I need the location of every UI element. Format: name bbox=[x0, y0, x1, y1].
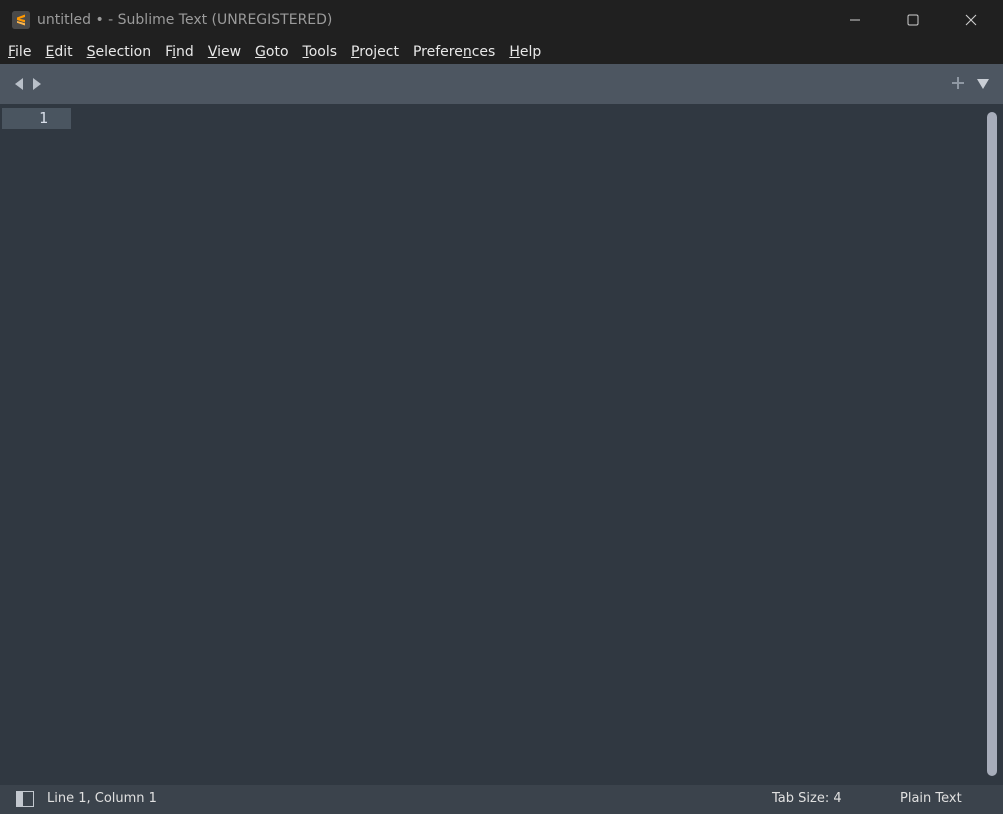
minimize-icon bbox=[850, 19, 860, 21]
close-icon bbox=[965, 14, 977, 26]
tab-bar bbox=[0, 64, 1003, 104]
menu-goto[interactable]: Goto bbox=[248, 40, 295, 64]
line-number: 1 bbox=[38, 109, 48, 127]
tab-prev-button[interactable] bbox=[12, 77, 26, 91]
menu-help[interactable]: Help bbox=[502, 40, 548, 64]
menu-selection[interactable]: Selection bbox=[80, 40, 159, 64]
editor-area[interactable]: 1 bbox=[0, 104, 1003, 785]
chevron-left-icon bbox=[15, 78, 23, 90]
menu-view[interactable]: View bbox=[201, 40, 248, 64]
sidebar-toggle-icon bbox=[16, 791, 34, 807]
menu-file[interactable]: File bbox=[1, 40, 38, 64]
current-line-highlight: 1 bbox=[2, 108, 71, 129]
title-bar[interactable]: untitled • - Sublime Text (UNREGISTERED) bbox=[0, 0, 1003, 40]
menu-preferences[interactable]: Preferences bbox=[406, 40, 502, 64]
menu-project[interactable]: Project bbox=[344, 40, 406, 64]
cursor-position[interactable]: Line 1, Column 1 bbox=[47, 785, 157, 813]
tab-menu-button[interactable] bbox=[975, 76, 991, 95]
new-tab-button[interactable] bbox=[950, 75, 966, 95]
tab-size-indicator[interactable]: Tab Size: 4 bbox=[772, 785, 842, 813]
menu-bar: File Edit Selection Find View Goto Tools… bbox=[0, 40, 1003, 64]
menu-edit[interactable]: Edit bbox=[38, 40, 79, 64]
chevron-down-icon bbox=[977, 79, 989, 89]
vertical-scrollbar[interactable] bbox=[987, 112, 997, 776]
plus-icon bbox=[952, 77, 964, 89]
syntax-indicator[interactable]: Plain Text bbox=[900, 785, 962, 813]
maximize-button[interactable] bbox=[884, 0, 942, 40]
minimize-button[interactable] bbox=[826, 0, 884, 40]
tab-next-button[interactable] bbox=[30, 77, 44, 91]
close-button[interactable] bbox=[942, 0, 1000, 40]
sublime-text-icon[interactable] bbox=[12, 11, 30, 29]
status-bar: Line 1, Column 1 Tab Size: 4 Plain Text bbox=[0, 785, 1003, 814]
chevron-right-icon bbox=[33, 78, 41, 90]
window-title: untitled • - Sublime Text (UNREGISTERED) bbox=[37, 12, 333, 28]
sublime-window: untitled • - Sublime Text (UNREGISTERED)… bbox=[0, 0, 1003, 814]
menu-find[interactable]: Find bbox=[158, 40, 201, 64]
menu-tools[interactable]: Tools bbox=[296, 40, 345, 64]
sidebar-toggle-button[interactable] bbox=[16, 791, 34, 807]
maximize-icon bbox=[907, 14, 919, 26]
